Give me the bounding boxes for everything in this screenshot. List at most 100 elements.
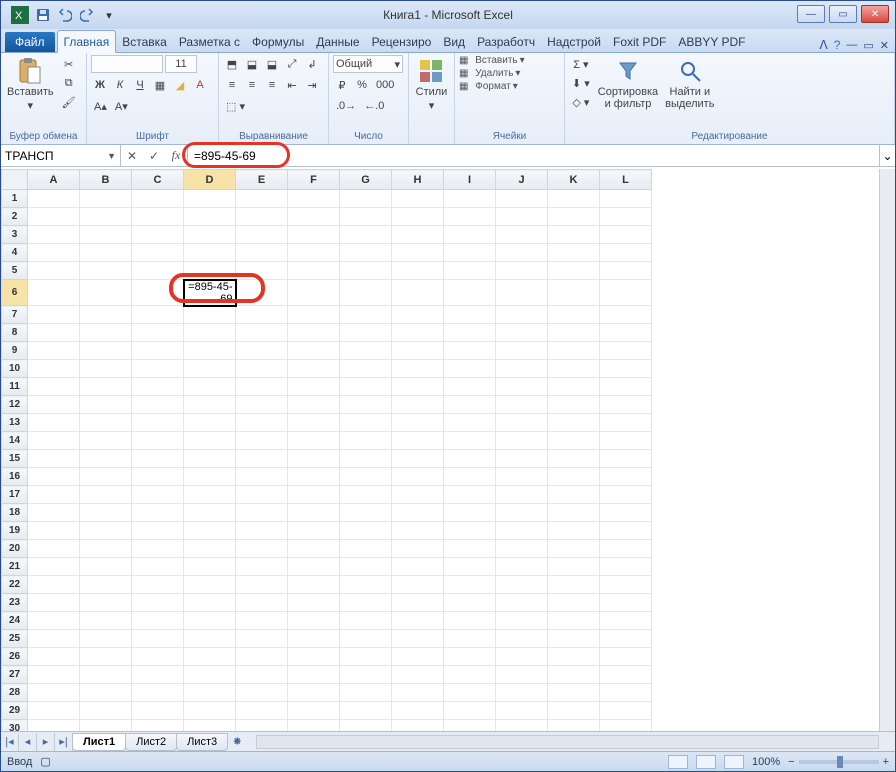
cell[interactable] xyxy=(340,630,392,648)
tab-foxit[interactable]: Foxit PDF xyxy=(607,31,672,52)
cell[interactable] xyxy=(236,522,288,540)
cell[interactable] xyxy=(288,522,340,540)
cell[interactable] xyxy=(600,504,652,522)
shrink-font-icon[interactable]: A▾ xyxy=(112,97,131,115)
cell[interactable] xyxy=(340,360,392,378)
clear-icon[interactable]: ◇ ▾ xyxy=(569,93,593,111)
column-header[interactable]: G xyxy=(340,170,392,190)
cell[interactable] xyxy=(392,684,444,702)
cell[interactable] xyxy=(340,378,392,396)
cell[interactable] xyxy=(340,702,392,720)
cell[interactable] xyxy=(444,450,496,468)
cell[interactable] xyxy=(184,324,236,342)
cell[interactable] xyxy=(28,324,80,342)
cell[interactable] xyxy=(392,262,444,280)
mdi-min-icon[interactable]: — xyxy=(846,39,857,51)
percent-icon[interactable]: % xyxy=(353,76,371,94)
paste-button[interactable]: Вставить ▾ xyxy=(5,55,56,114)
underline-button[interactable]: Ч xyxy=(131,76,149,94)
row-header[interactable]: 17 xyxy=(2,486,28,504)
cell[interactable] xyxy=(496,360,548,378)
cell[interactable] xyxy=(288,244,340,262)
cell[interactable] xyxy=(392,648,444,666)
cell[interactable] xyxy=(600,262,652,280)
row-header[interactable]: 4 xyxy=(2,244,28,262)
cell[interactable] xyxy=(184,244,236,262)
cell[interactable] xyxy=(184,396,236,414)
cell[interactable] xyxy=(184,486,236,504)
cell[interactable] xyxy=(600,360,652,378)
vertical-scrollbar[interactable] xyxy=(879,169,895,731)
cell[interactable] xyxy=(392,244,444,262)
cell[interactable] xyxy=(288,280,340,306)
cell[interactable] xyxy=(184,684,236,702)
view-normal-icon[interactable] xyxy=(668,755,688,769)
zoom-slider[interactable] xyxy=(799,760,879,764)
merge-button[interactable]: ⬚ ▾ xyxy=(223,97,248,115)
minimize-ribbon-icon[interactable]: ᐱ xyxy=(819,38,827,52)
cell[interactable] xyxy=(28,558,80,576)
tab-view[interactable]: Вид xyxy=(437,31,471,52)
column-header[interactable]: E xyxy=(236,170,288,190)
cell[interactable] xyxy=(444,612,496,630)
fill-color-button[interactable]: ◢ xyxy=(171,76,189,94)
cell[interactable] xyxy=(80,540,132,558)
cell[interactable] xyxy=(392,360,444,378)
tab-review[interactable]: Рецензиро xyxy=(366,31,438,52)
cell[interactable] xyxy=(28,244,80,262)
cell[interactable] xyxy=(236,540,288,558)
cell[interactable] xyxy=(340,432,392,450)
cell[interactable] xyxy=(548,396,600,414)
cell[interactable] xyxy=(496,190,548,208)
cell[interactable] xyxy=(444,324,496,342)
cell[interactable] xyxy=(28,190,80,208)
cell[interactable] xyxy=(236,450,288,468)
column-header[interactable]: C xyxy=(132,170,184,190)
cell[interactable] xyxy=(80,666,132,684)
zoom-level[interactable]: 100% xyxy=(752,756,780,768)
cell[interactable] xyxy=(496,504,548,522)
cell[interactable] xyxy=(236,630,288,648)
cell[interactable] xyxy=(392,720,444,732)
cell[interactable] xyxy=(80,558,132,576)
cut-icon[interactable]: ✂ xyxy=(59,55,79,73)
cell[interactable] xyxy=(340,594,392,612)
tab-formulas[interactable]: Формулы xyxy=(246,31,310,52)
cell[interactable] xyxy=(392,396,444,414)
cell[interactable] xyxy=(496,396,548,414)
cell[interactable] xyxy=(392,630,444,648)
cell[interactable] xyxy=(340,342,392,360)
row-header[interactable]: 3 xyxy=(2,226,28,244)
new-sheet-icon[interactable]: ✸ xyxy=(228,733,246,751)
cell[interactable] xyxy=(288,468,340,486)
cell[interactable] xyxy=(496,262,548,280)
cell[interactable] xyxy=(392,342,444,360)
cell[interactable] xyxy=(340,540,392,558)
cell[interactable] xyxy=(184,342,236,360)
cell[interactable] xyxy=(548,226,600,244)
cell[interactable] xyxy=(80,504,132,522)
row-header[interactable]: 20 xyxy=(2,540,28,558)
maximize-button[interactable]: ▭ xyxy=(829,5,857,23)
cell[interactable] xyxy=(548,262,600,280)
cell[interactable] xyxy=(132,630,184,648)
cell[interactable] xyxy=(288,432,340,450)
border-button[interactable]: ▦ xyxy=(151,76,169,94)
cell[interactable] xyxy=(392,208,444,226)
zoom-in-button[interactable]: + xyxy=(883,756,889,768)
cell[interactable] xyxy=(132,208,184,226)
cell[interactable] xyxy=(600,306,652,324)
cell[interactable] xyxy=(80,414,132,432)
cell[interactable] xyxy=(392,414,444,432)
cell[interactable] xyxy=(600,486,652,504)
cell[interactable] xyxy=(496,522,548,540)
cell[interactable] xyxy=(28,468,80,486)
save-icon[interactable] xyxy=(33,5,53,25)
cell[interactable] xyxy=(496,226,548,244)
cell[interactable] xyxy=(444,360,496,378)
cell[interactable] xyxy=(80,208,132,226)
name-box[interactable]: ТРАНСП ▼ xyxy=(1,145,121,166)
cell[interactable] xyxy=(288,666,340,684)
cell[interactable] xyxy=(80,648,132,666)
cell[interactable] xyxy=(444,594,496,612)
